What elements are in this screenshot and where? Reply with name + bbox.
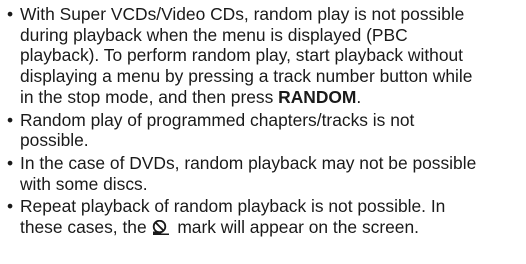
note-line: during playback when the menu is display… [20,24,408,45]
note-line-with-icon: these cases, the mark will appear on the… [20,217,520,238]
note-line: displaying a menu by pressing a track nu… [20,66,473,87]
note-item-repeat-random: • Repeat playback of random playback is … [7,196,520,237]
note-item-random-play-svcd: • With Super VCDs/Video CDs, random play… [7,4,520,108]
note-line: playback). To perform random play, start… [20,45,464,66]
prohibited-operation-icon [152,219,170,236]
random-button-label: RANDOM [278,86,357,107]
note-line-text: in the stop mode, and then press [20,86,279,107]
note-line: with some discs. [20,173,148,194]
note-item-dvd-random: • In the case of DVDs, random playback m… [7,153,520,194]
note-line: With Super VCDs/Video CDs, random play i… [20,4,465,24]
note-line: Random play of programmed chapters/track… [20,109,415,130]
bullet: • [7,196,14,217]
bullet: • [7,4,14,24]
bullet: • [7,152,14,173]
bullet: • [7,109,14,130]
note-item-programmed-random: • Random play of programmed chapters/tra… [7,110,520,151]
note-line: possible. [20,130,89,151]
notes-list: • With Super VCDs/Video CDs, random play… [0,0,526,238]
note-line-end: . [356,86,362,107]
note-line-text: these cases, the [20,217,152,238]
note-line: In the case of DVDs, random playback may… [20,152,477,173]
note-line: Repeat playback of random playback is no… [20,196,446,217]
note-line-with-button: in the stop mode, and then press RANDOM. [20,87,520,108]
note-line-end: mark will appear on the screen. [172,217,419,238]
